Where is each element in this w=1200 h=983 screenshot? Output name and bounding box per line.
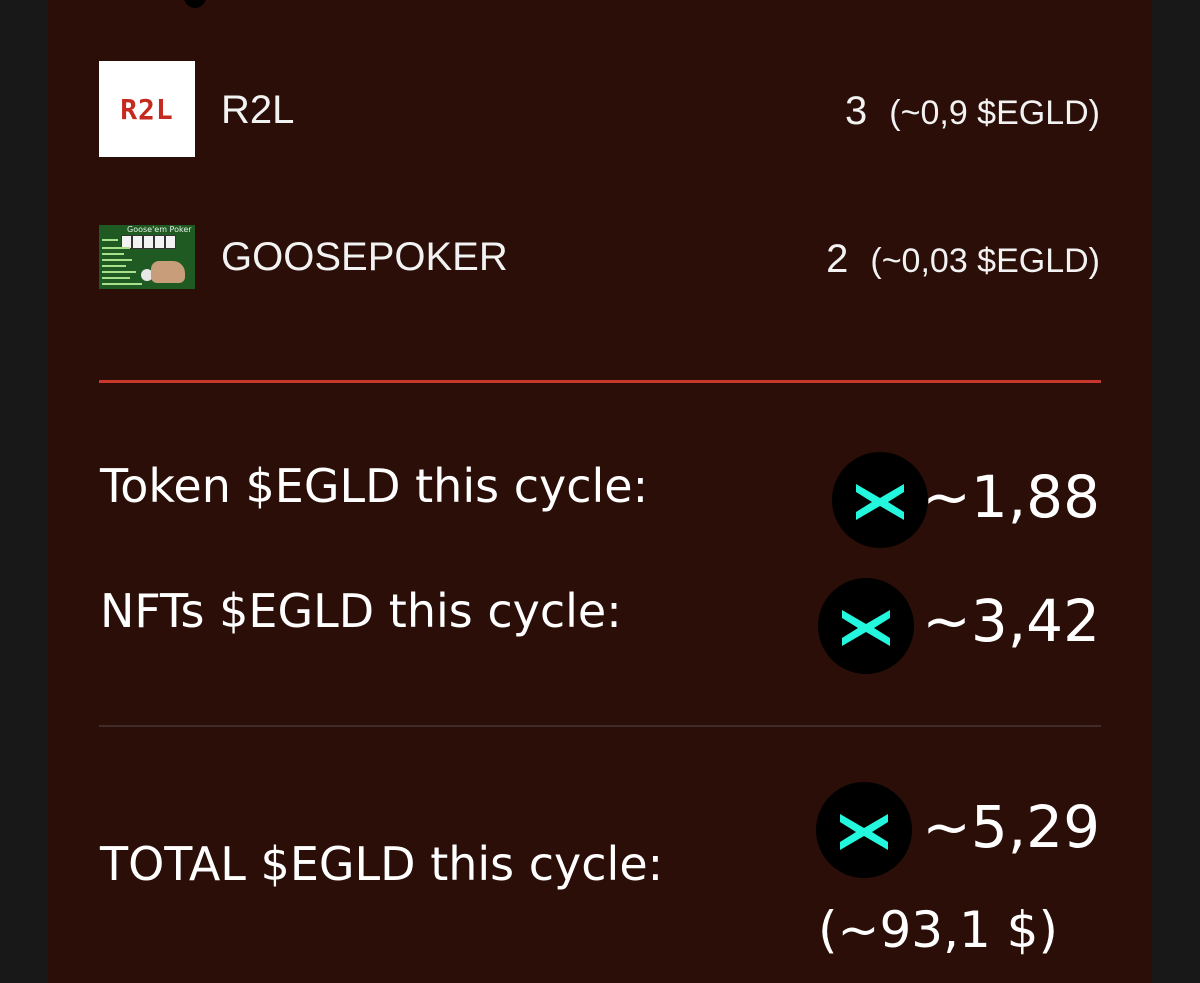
asset-egld-value: (~0,9 $EGLD) [889,94,1100,132]
egld-icon [818,578,914,674]
hand-icon [151,261,185,283]
section-divider [99,725,1101,727]
card-icon [165,235,176,249]
asset-egld-value: (~0,03 $EGLD) [870,242,1100,280]
asset-amount: 2 (~0,03 $EGLD) [826,239,1100,281]
asset-row-goosepoker[interactable]: Goose'em Poker GOOSEPOKER 2 (~0,03 $EGLD) [99,225,1100,289]
section-divider [99,380,1101,383]
goosepoker-thumbnail-title: Goose'em Poker [127,225,192,234]
total-egld-label: TOTAL $EGLD this cycle: [100,837,664,891]
top-pointer-icon [184,0,206,8]
card-icon [154,235,165,249]
nfts-egld-value: ~3,42 [922,587,1100,655]
left-margin [0,0,48,983]
token-egld-value: ~1,88 [922,463,1100,531]
goosepoker-thumbnail: Goose'em Poker [99,225,195,289]
asset-count: 2 [826,237,849,281]
right-margin [1152,0,1200,983]
asset-row-r2l[interactable]: R2L R2L 3 (~0,9 $EGLD) [99,61,1100,157]
total-egld-value: ~5,29 [922,793,1100,861]
asset-name: GOOSEPOKER [221,235,508,279]
card-icon [143,235,154,249]
asset-name: R2L [221,88,295,132]
token-egld-label: Token $EGLD this cycle: [100,459,649,513]
total-usd-value: (~93,1 $) [818,901,1058,959]
egld-icon [816,782,912,878]
nfts-egld-label: NFTs $EGLD this cycle: [100,584,622,638]
r2l-logo-text: R2L [120,92,174,126]
asset-count: 3 [845,89,868,133]
asset-amount: 3 (~0,9 $EGLD) [845,91,1100,133]
egld-icon [832,452,928,548]
r2l-logo: R2L [99,61,195,157]
card-icon [132,235,143,249]
